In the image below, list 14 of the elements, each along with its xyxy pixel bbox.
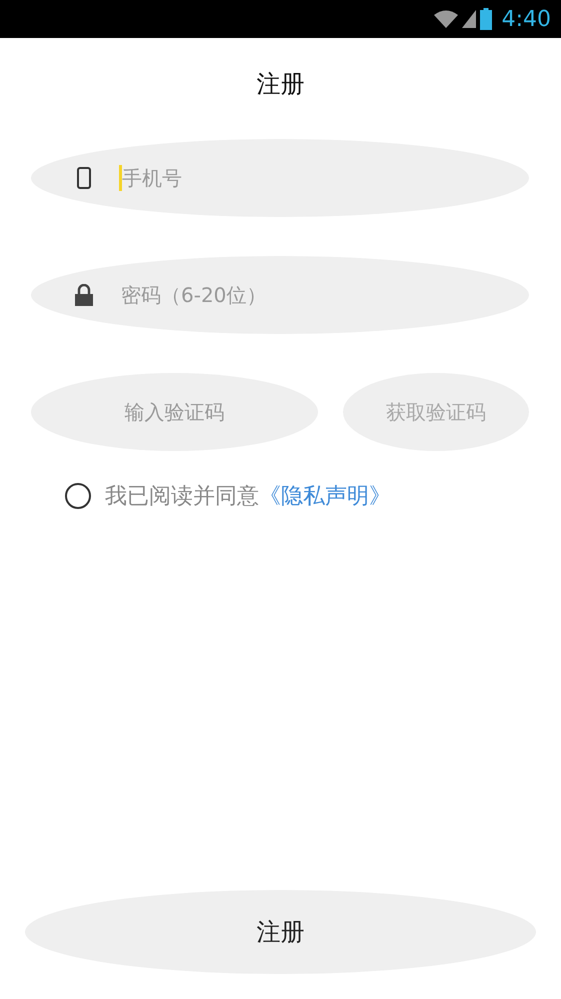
wifi-icon bbox=[434, 10, 458, 28]
lock-icon bbox=[75, 284, 93, 306]
signal-icon bbox=[462, 10, 476, 28]
input-field[interactable]: 输入验证码 bbox=[31, 373, 318, 451]
register-button[interactable]: 注册 bbox=[25, 890, 536, 974]
input-field[interactable]: 手机号 bbox=[31, 139, 529, 217]
phone-icon bbox=[77, 167, 91, 189]
clock-time: 4:40 bbox=[502, 6, 551, 32]
battery-icon bbox=[480, 8, 492, 30]
page-title: 注册 bbox=[256, 69, 304, 100]
checkbox[interactable] bbox=[65, 483, 91, 509]
privacy-link[interactable]: 《隐私声明》 bbox=[259, 481, 391, 511]
input-field[interactable]: 密码（6-20位） bbox=[31, 256, 529, 334]
agreement-text: 我已阅读并同意 bbox=[105, 483, 259, 511]
